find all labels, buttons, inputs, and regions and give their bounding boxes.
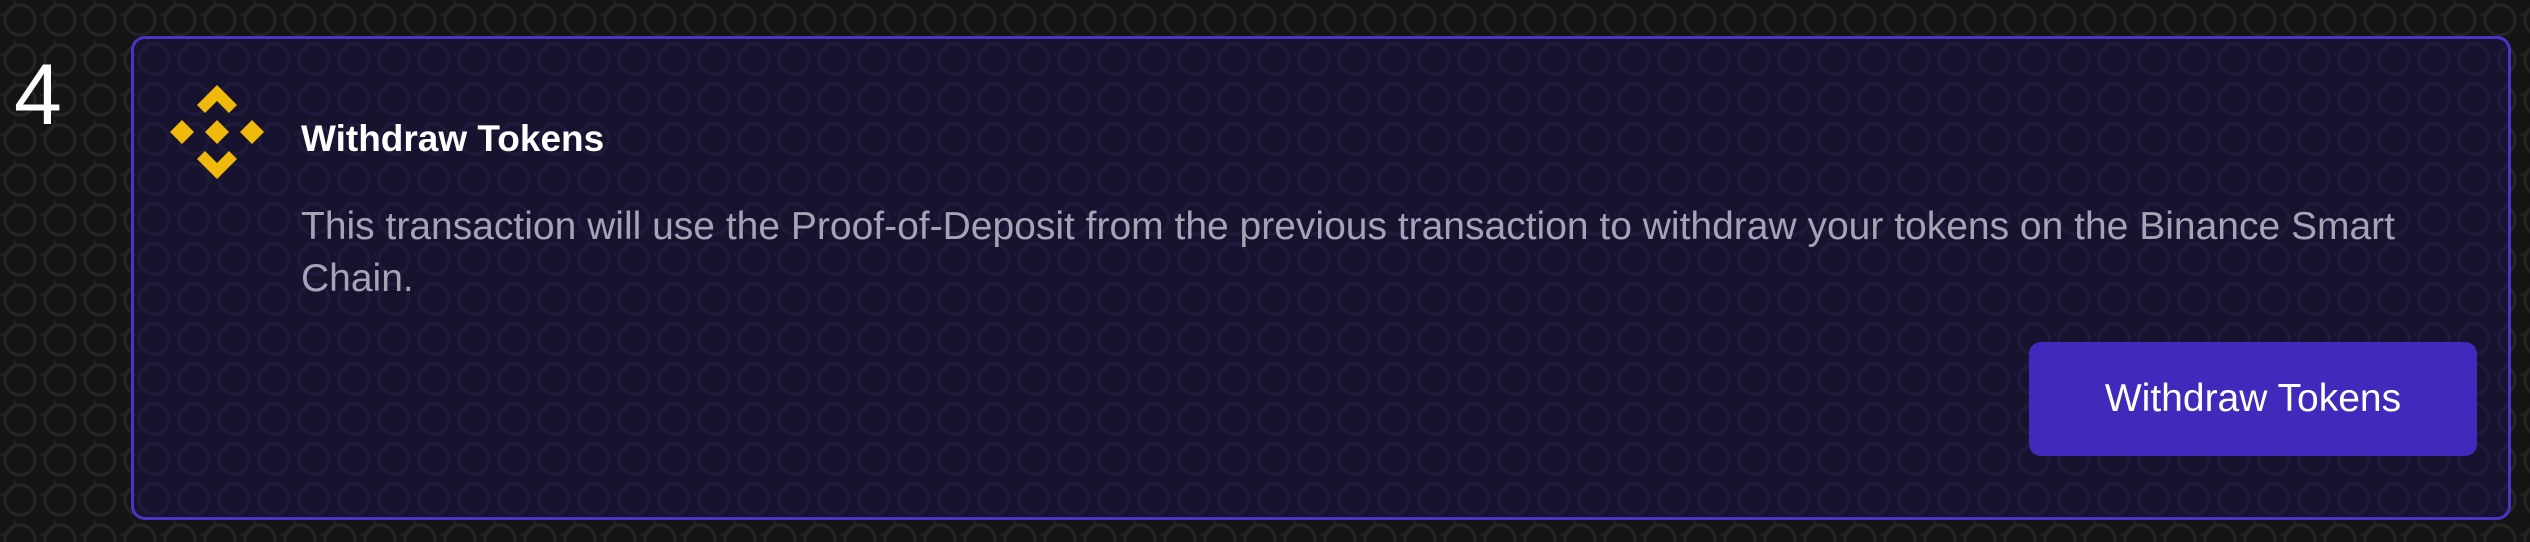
page: 4 Withdraw Tokens This transaction will … [0,0,2530,542]
withdraw-step-card: Withdraw Tokens This transaction will us… [131,36,2511,520]
step-number: 4 [14,47,62,143]
withdraw-tokens-button[interactable]: Withdraw Tokens [2029,342,2477,456]
binance-logo-icon [170,85,264,179]
card-description: This transaction will use the Proof-of-D… [301,205,2395,300]
card-title: Withdraw Tokens [301,118,605,159]
